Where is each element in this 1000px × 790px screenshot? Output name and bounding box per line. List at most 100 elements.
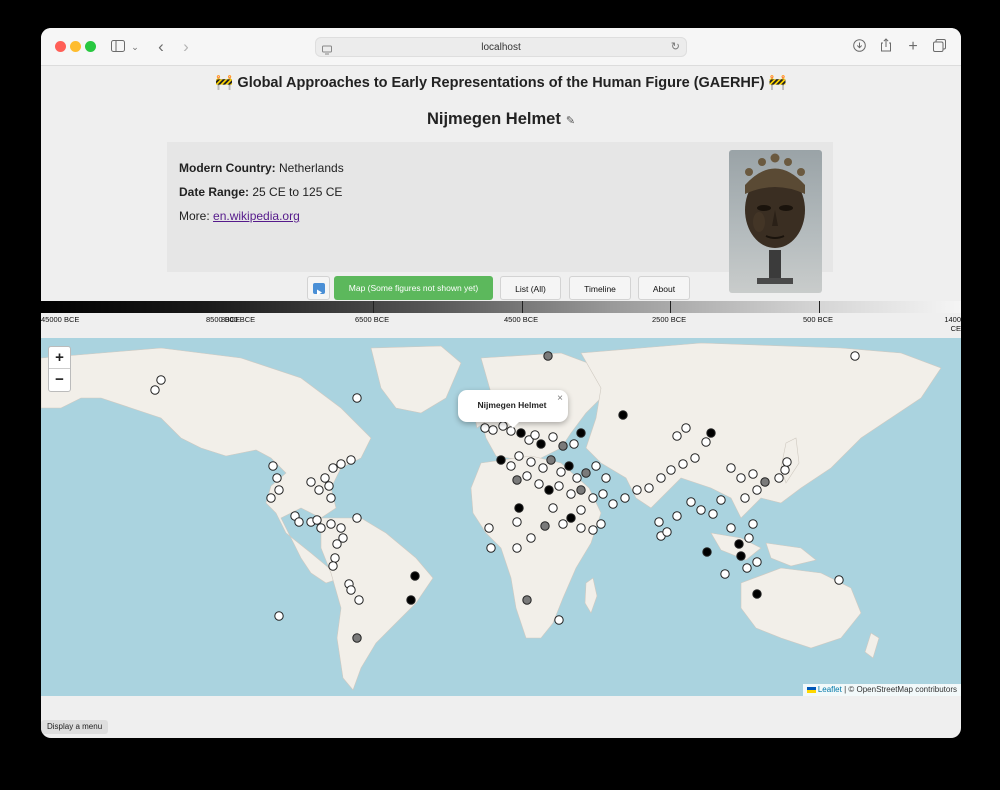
figure-marker[interactable]	[352, 393, 362, 403]
sidebar-icon[interactable]	[109, 37, 127, 57]
figure-marker[interactable]	[496, 455, 506, 465]
figure-marker[interactable]	[706, 428, 716, 438]
timeline-gradient-bar[interactable]	[41, 301, 961, 313]
new-tab-icon[interactable]: +	[905, 37, 921, 57]
figure-marker[interactable]	[352, 513, 362, 523]
figure-marker[interactable]	[488, 425, 498, 435]
figure-marker[interactable]	[654, 517, 664, 527]
figure-marker[interactable]	[326, 519, 336, 529]
figure-marker[interactable]	[702, 547, 712, 557]
download-icon[interactable]	[851, 37, 867, 57]
figure-marker[interactable]	[564, 461, 574, 471]
figure-marker[interactable]	[656, 473, 666, 483]
figure-marker[interactable]	[514, 503, 524, 513]
figure-marker[interactable]	[581, 468, 591, 478]
figure-marker[interactable]	[332, 539, 342, 549]
figure-marker[interactable]	[716, 495, 726, 505]
figure-marker[interactable]	[618, 410, 628, 420]
edit-icon[interactable]: ✎	[566, 115, 575, 127]
figure-marker[interactable]	[591, 461, 601, 471]
figure-marker[interactable]	[554, 481, 564, 491]
figure-marker[interactable]	[512, 475, 522, 485]
figure-marker[interactable]	[736, 551, 746, 561]
figure-marker[interactable]	[598, 489, 608, 499]
figure-marker[interactable]	[272, 473, 282, 483]
figure-marker[interactable]	[686, 497, 696, 507]
figure-marker[interactable]	[522, 471, 532, 481]
address-bar[interactable]: localhost ↻	[315, 37, 687, 57]
figure-marker[interactable]	[150, 385, 160, 395]
zoom-in-button[interactable]: +	[49, 347, 70, 369]
figure-marker[interactable]	[678, 459, 688, 469]
figure-marker[interactable]	[834, 575, 844, 585]
figure-marker[interactable]	[701, 437, 711, 447]
tab-timeline[interactable]: Timeline	[569, 276, 631, 300]
leaflet-link[interactable]: Leaflet	[818, 685, 842, 694]
figure-marker[interactable]	[410, 571, 420, 581]
figure-marker[interactable]	[512, 517, 522, 527]
figure-marker[interactable]	[780, 465, 790, 475]
figure-marker[interactable]	[540, 521, 550, 531]
figure-marker[interactable]	[328, 561, 338, 571]
figure-marker[interactable]	[681, 423, 691, 433]
figure-marker[interactable]	[569, 439, 579, 449]
figure-marker[interactable]	[314, 485, 324, 495]
figure-marker[interactable]	[512, 543, 522, 553]
figure-marker[interactable]	[534, 479, 544, 489]
figure-marker[interactable]	[516, 428, 526, 438]
figure-marker[interactable]	[556, 467, 566, 477]
figure-marker[interactable]	[576, 523, 586, 533]
minimize-window-button[interactable]	[70, 41, 81, 52]
figure-marker[interactable]	[548, 503, 558, 513]
chevron-down-icon[interactable]: ⌄	[130, 37, 140, 57]
figure-marker[interactable]	[720, 569, 730, 579]
figure-marker[interactable]	[526, 533, 536, 543]
figure-marker[interactable]	[336, 459, 346, 469]
figure-marker[interactable]	[774, 473, 784, 483]
figure-marker[interactable]	[742, 563, 752, 573]
figure-marker[interactable]	[744, 533, 754, 543]
figure-marker[interactable]	[294, 517, 304, 527]
share-icon[interactable]	[878, 37, 894, 57]
figure-marker[interactable]	[566, 513, 576, 523]
figure-marker[interactable]	[346, 585, 356, 595]
figure-marker[interactable]	[506, 461, 516, 471]
figure-marker[interactable]	[406, 595, 416, 605]
display-menu-button[interactable]: Display a menu	[41, 720, 109, 734]
figure-marker[interactable]	[274, 611, 284, 621]
figure-marker[interactable]	[726, 463, 736, 473]
tab-map[interactable]: Map (Some figures not shown yet)	[334, 276, 493, 300]
figure-marker[interactable]	[734, 539, 744, 549]
figure-marker[interactable]	[548, 432, 558, 442]
figure-marker[interactable]	[726, 523, 736, 533]
figure-marker[interactable]	[740, 493, 750, 503]
figure-marker[interactable]	[748, 469, 758, 479]
figure-marker[interactable]	[566, 489, 576, 499]
figure-marker[interactable]	[601, 473, 611, 483]
figure-marker[interactable]	[480, 423, 490, 433]
timeline-scale[interactable]: 45000 BCE 8500 BCE 8000 BCE 6500 BCE 450…	[41, 301, 961, 337]
figure-marker[interactable]	[514, 451, 524, 461]
maximize-window-button[interactable]	[85, 41, 96, 52]
figure-marker[interactable]	[536, 439, 546, 449]
figure-marker[interactable]	[696, 505, 706, 515]
figure-marker[interactable]	[316, 523, 326, 533]
figure-marker[interactable]	[644, 483, 654, 493]
figure-marker[interactable]	[748, 519, 758, 529]
figure-marker[interactable]	[572, 473, 582, 483]
figure-marker[interactable]	[576, 428, 586, 438]
tab-about[interactable]: About	[638, 276, 690, 300]
figure-marker[interactable]	[576, 505, 586, 515]
figure-marker[interactable]	[596, 519, 606, 529]
figure-marker[interactable]	[576, 485, 586, 495]
figure-marker[interactable]	[320, 473, 330, 483]
figure-marker[interactable]	[156, 375, 166, 385]
figure-marker[interactable]	[752, 557, 762, 567]
figure-marker[interactable]	[588, 493, 598, 503]
popup-close-icon[interactable]: ×	[557, 393, 563, 404]
figure-marker[interactable]	[352, 633, 362, 643]
tabs-icon[interactable]	[931, 37, 947, 57]
figure-marker[interactable]	[543, 351, 553, 361]
figure-marker[interactable]	[546, 455, 556, 465]
figure-marker[interactable]	[330, 553, 340, 563]
